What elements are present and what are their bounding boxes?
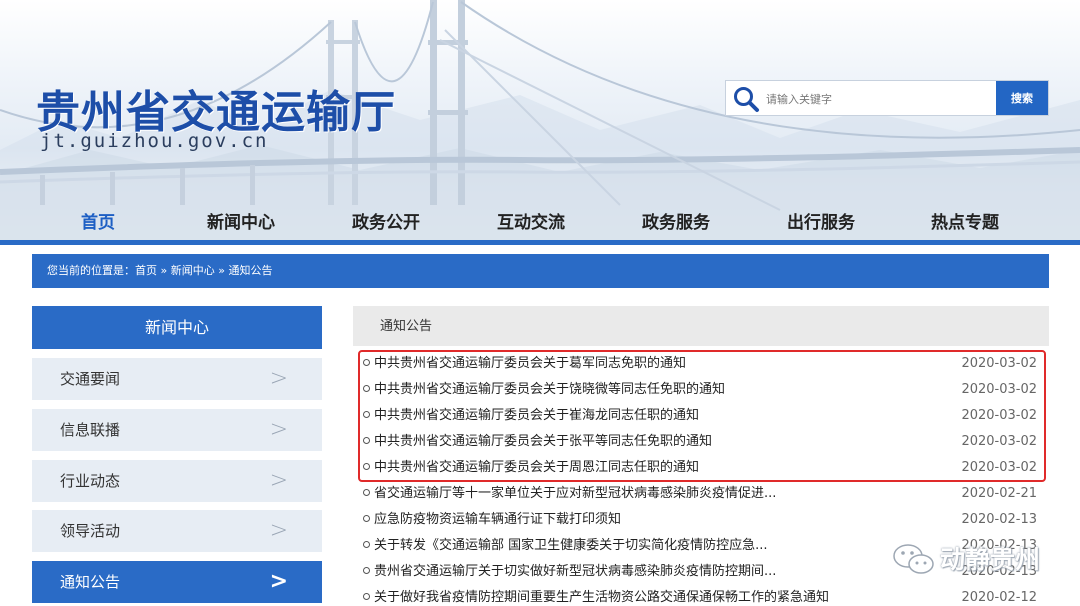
- bullet-circle-icon: [363, 567, 370, 574]
- bullet-circle-icon: [363, 489, 370, 496]
- bullet-circle-icon: [363, 515, 370, 522]
- site-domain: jt.guizhou.gov.cn: [40, 130, 269, 152]
- nav-item-news[interactable]: 新闻中心: [205, 208, 277, 233]
- chevron-right-icon: >: [269, 366, 288, 391]
- list-item-date: 2020-02-12: [961, 590, 1037, 605]
- list-item-title: 应急防疫物资运输车辆通行证下载打印须知: [374, 512, 622, 527]
- list-item-title: 贵州省交通运输厅关于切实做好新型冠状病毒感染肺炎疫情防控期间...: [374, 564, 777, 579]
- list-item-date: 2020-02-21: [961, 486, 1037, 501]
- nav-item-gov-affairs[interactable]: 政务公开: [350, 208, 422, 233]
- search-input[interactable]: [766, 87, 994, 111]
- sidebar-item-leader-activities[interactable]: 领导活动 >: [32, 510, 322, 552]
- site-header: 贵州省交通运输厅 jt.guizhou.gov.cn 搜索 首页 新闻中心 政务…: [0, 0, 1080, 240]
- list-item[interactable]: 省交通运输厅等十一家单位关于应对新型冠状病毒感染肺炎疫情促进... 2020-0…: [363, 481, 1039, 507]
- watermark: 动静贵州: [892, 538, 1062, 578]
- breadcrumb: 您当前的位置是：首页 » 新闻中心 » 通知公告: [32, 254, 1049, 288]
- list-item-title: 省交通运输厅等十一家单位关于应对新型冠状病毒感染肺炎疫情促进...: [374, 486, 777, 501]
- sidebar-item-notices[interactable]: 通知公告 >: [32, 561, 322, 603]
- chevron-right-icon: >: [269, 468, 288, 493]
- list-item-date: 2020-02-13: [961, 512, 1037, 527]
- section-heading: 通知公告: [353, 306, 1049, 346]
- list-item-title: 关于做好我省疫情防控期间重要生产生活物资公路交通保通保畅工作的紧急通知: [374, 590, 830, 605]
- sidebar-item-industry-news[interactable]: 行业动态 >: [32, 460, 322, 502]
- highlight-box: [358, 350, 1046, 482]
- chevron-right-icon: >: [269, 518, 288, 543]
- watermark-text: 动静贵州: [940, 545, 1041, 574]
- list-item[interactable]: 关于做好我省疫情防控期间重要生产生活物资公路交通保通保畅工作的紧急通知 2020…: [363, 585, 1039, 606]
- main-nav: 首页 新闻中心 政务公开 互动交流 政务服务 出行服务 热点专题: [0, 200, 1080, 240]
- bullet-circle-icon: [363, 593, 370, 600]
- sidebar-item-label: 行业动态: [60, 472, 121, 490]
- sidebar-item-label: 通知公告: [60, 573, 121, 591]
- sidebar-item-info-broadcast[interactable]: 信息联播 >: [32, 409, 322, 451]
- sidebar-item-label: 领导活动: [60, 522, 121, 540]
- bullet-circle-icon: [363, 541, 370, 548]
- nav-item-gov-services[interactable]: 政务服务: [640, 208, 712, 233]
- search-box: 搜索: [725, 80, 1049, 116]
- sidebar-item-label: 信息联播: [60, 421, 121, 439]
- nav-divider: [0, 240, 1080, 245]
- chevron-right-icon: >: [269, 417, 288, 442]
- nav-item-interaction[interactable]: 互动交流: [495, 208, 567, 233]
- sidebar-title: 新闻中心: [32, 306, 322, 349]
- chevron-right-icon: >: [269, 569, 288, 594]
- wechat-icon: [893, 544, 934, 574]
- sidebar-item-traffic-news[interactable]: 交通要闻 >: [32, 358, 322, 400]
- list-item-title: 关于转发《交通运输部 国家卫生健康委关于切实简化疫情防控应急...: [374, 538, 768, 553]
- nav-item-travel[interactable]: 出行服务: [785, 208, 857, 233]
- nav-item-topics[interactable]: 热点专题: [929, 208, 1001, 233]
- search-button[interactable]: 搜索: [996, 81, 1048, 115]
- list-item[interactable]: 应急防疫物资运输车辆通行证下载打印须知 2020-02-13: [363, 507, 1039, 533]
- sidebar-item-label: 交通要闻: [60, 370, 121, 388]
- search-icon: [734, 87, 759, 112]
- nav-item-home[interactable]: 首页: [78, 208, 118, 233]
